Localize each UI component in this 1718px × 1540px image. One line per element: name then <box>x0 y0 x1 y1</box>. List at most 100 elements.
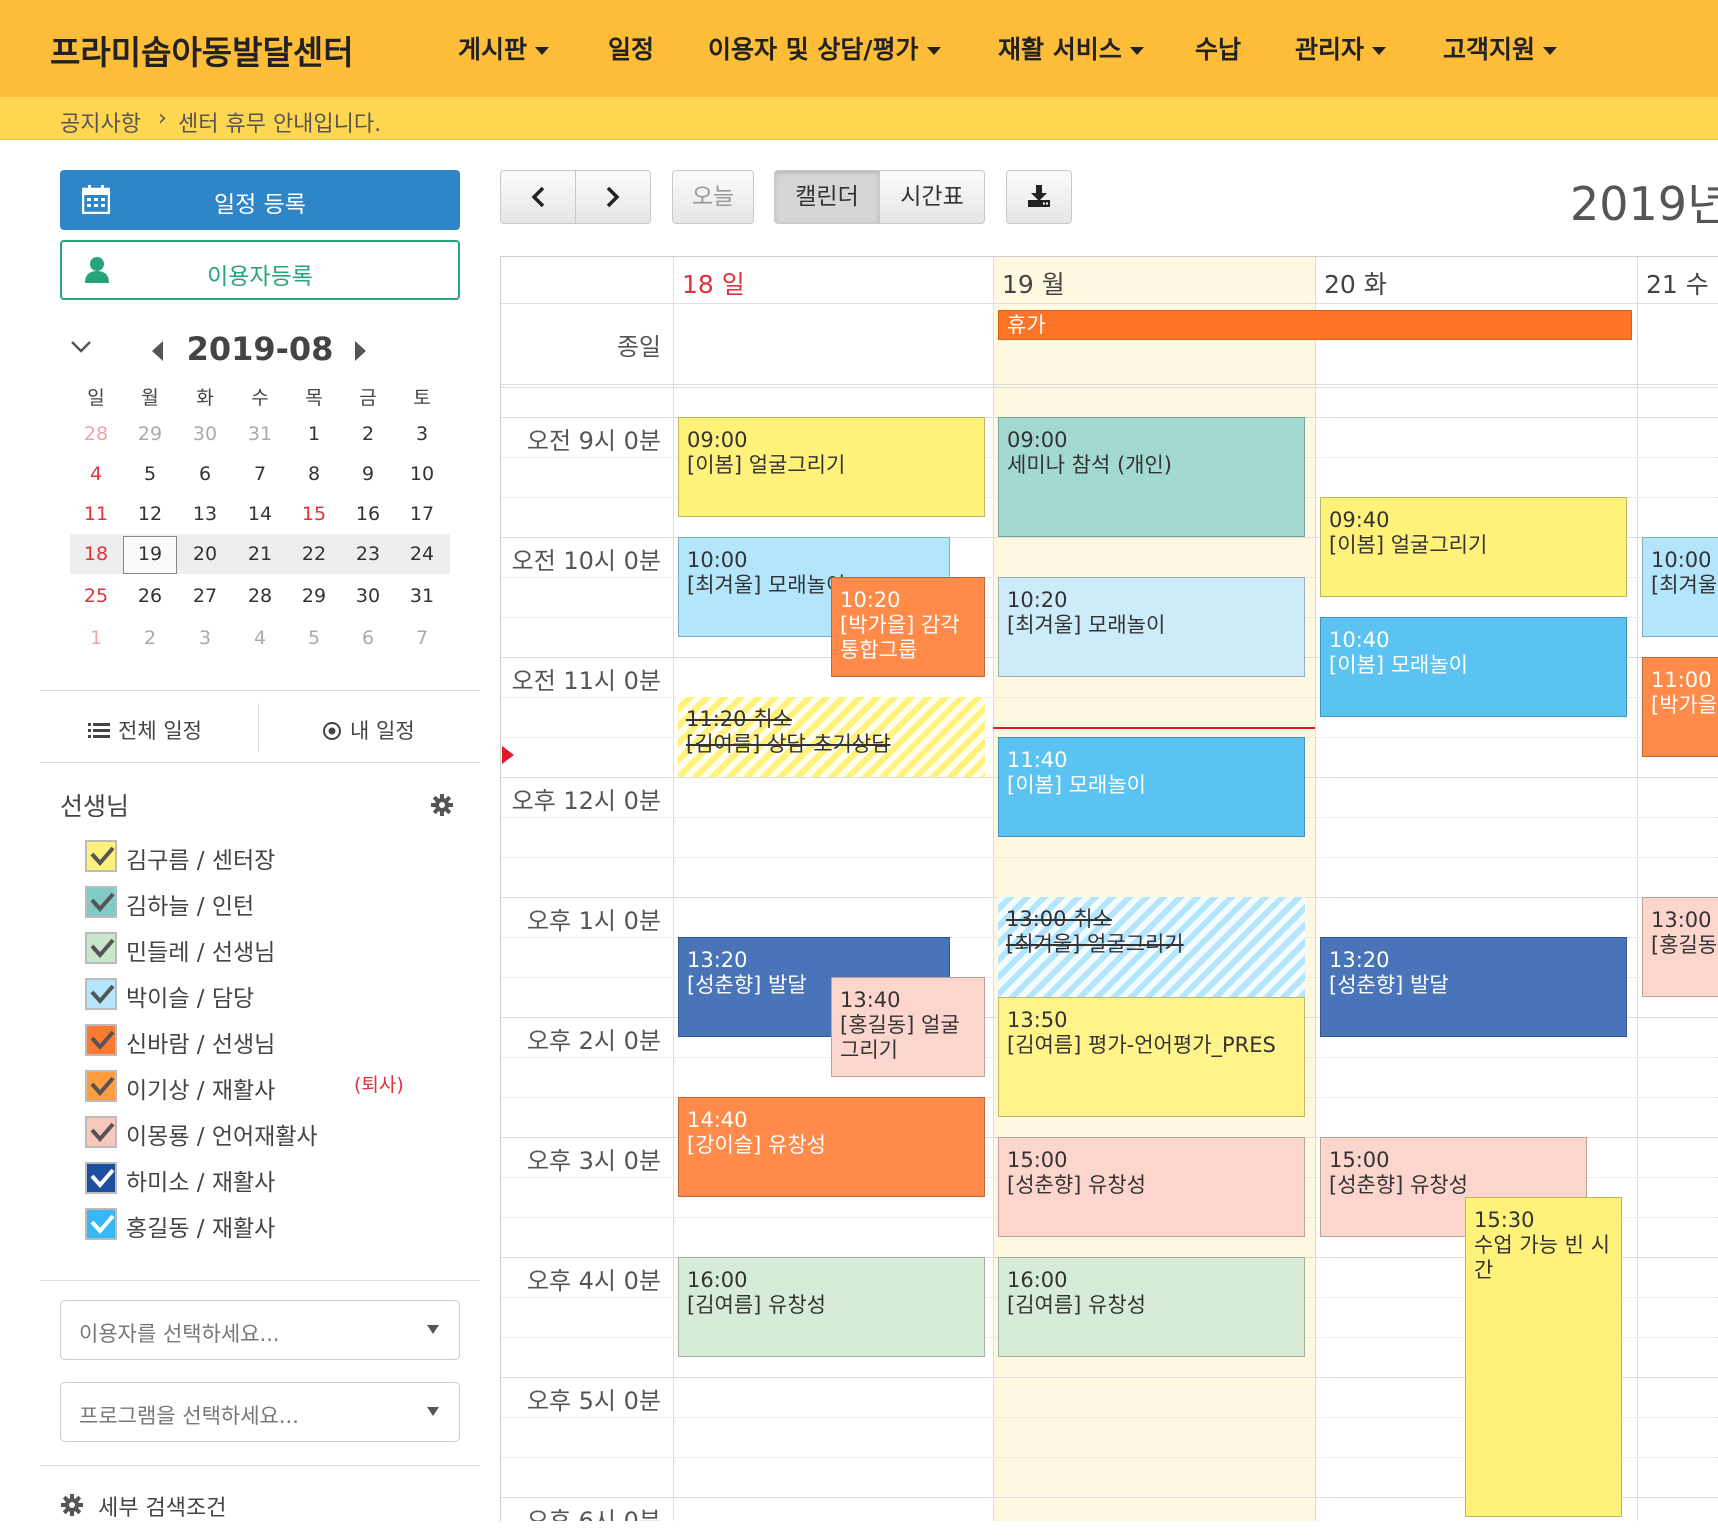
menu-admin[interactable]: 관리자 <box>1295 30 1387 66</box>
calendar-event[interactable]: 10:00[최겨울] 모래놀이 <box>1642 537 1718 637</box>
cancelled-event[interactable]: 11:20 취소 [김여름] 상담-초기상담 <box>678 697 985 777</box>
teacher-name[interactable]: 홍길동 / 재활사 <box>126 1209 275 1243</box>
mini-calendar-day[interactable]: 4 <box>233 627 287 649</box>
mini-calendar-day[interactable]: 3 <box>395 423 449 445</box>
mini-calendar-day[interactable]: 28 <box>69 423 123 445</box>
mini-calendar-day[interactable]: 12 <box>123 503 177 525</box>
calendar-event[interactable]: 13:50 [김여름] 평가-언어평가_PRES <box>998 997 1305 1117</box>
breadcrumb-page[interactable]: 센터 휴무 안내입니다. <box>178 106 381 138</box>
menu-schedule[interactable]: 일정 <box>608 30 654 66</box>
mini-calendar-day[interactable]: 6 <box>341 627 395 649</box>
menu-support[interactable]: 고객지원 <box>1443 30 1558 66</box>
mini-calendar-day[interactable]: 28 <box>233 585 287 607</box>
mini-calendar-day[interactable]: 6 <box>178 463 232 485</box>
brand-title[interactable]: 프라미솝아동발달센터 <box>50 26 354 74</box>
calendar-view-button[interactable]: 캘린더 <box>774 170 880 224</box>
mini-calendar-day[interactable]: 15 <box>287 503 341 525</box>
teacher-name[interactable]: 김하늘 / 인턴 <box>126 887 254 921</box>
mini-calendar-day[interactable]: 5 <box>287 627 341 649</box>
program-select[interactable]: 프로그램을 선택하세요... <box>60 1382 460 1442</box>
teacher-checkbox[interactable] <box>85 1070 117 1102</box>
mini-calendar-day[interactable]: 20 <box>178 543 232 565</box>
mini-calendar-day[interactable]: 24 <box>395 543 449 565</box>
day-header[interactable]: 19 월 <box>1002 265 1065 301</box>
teacher-checkbox[interactable] <box>85 932 117 964</box>
day-header[interactable]: 20 화 <box>1324 265 1387 301</box>
next-button[interactable] <box>575 170 651 224</box>
all-schedule-tab[interactable]: 전체 일정 <box>88 715 202 745</box>
collapse-chevron-icon[interactable] <box>70 340 92 354</box>
calendar-event[interactable]: 13:40 [홍길동] 얼굴그리기 <box>831 977 985 1077</box>
mini-calendar-day[interactable]: 3 <box>178 627 232 649</box>
menu-users-counseling[interactable]: 이용자 및 상담/평가 <box>708 30 941 66</box>
mini-calendar-day[interactable]: 8 <box>287 463 341 485</box>
calendar-event[interactable]: 16:00 [김여름] 유창성 <box>678 1257 985 1357</box>
mini-calendar-day[interactable]: 23 <box>341 543 395 565</box>
my-schedule-tab[interactable]: 내 일정 <box>322 715 415 745</box>
today-button[interactable]: 오늘 <box>672 170 754 224</box>
mini-calendar-day[interactable]: 30 <box>178 423 232 445</box>
schedule-register-button[interactable]: 일정 등록 <box>60 170 460 230</box>
mini-calendar-day[interactable]: 5 <box>123 463 177 485</box>
mini-calendar-prev-button[interactable] <box>152 341 163 361</box>
mini-calendar-day[interactable]: 16 <box>341 503 395 525</box>
mini-calendar-day[interactable]: 18 <box>69 543 123 565</box>
calendar-event[interactable]: 11:00[박가을] 감각통합그룹 <box>1642 657 1718 757</box>
mini-calendar-day[interactable]: 11 <box>69 503 123 525</box>
calendar-event[interactable]: 15:30 수업 가능 빈 시간 <box>1465 1197 1622 1517</box>
teacher-checkbox[interactable] <box>85 840 117 872</box>
teacher-checkbox[interactable] <box>85 1162 117 1194</box>
mini-calendar-day[interactable]: 31 <box>233 423 287 445</box>
calendar-event[interactable]: 10:20 [최겨울] 모래놀이 <box>998 577 1305 677</box>
user-select[interactable]: 이용자를 선택하세요... <box>60 1300 460 1360</box>
gear-icon[interactable] <box>60 1493 84 1517</box>
mini-calendar-day[interactable]: 7 <box>233 463 287 485</box>
menu-rehab-service[interactable]: 재활 서비스 <box>998 30 1144 66</box>
mini-calendar-day[interactable]: 13 <box>178 503 232 525</box>
mini-calendar-day[interactable]: 21 <box>233 543 287 565</box>
teacher-checkbox[interactable] <box>85 978 117 1010</box>
menu-payment[interactable]: 수납 <box>1195 30 1241 66</box>
mini-calendar-day[interactable]: 31 <box>395 585 449 607</box>
mini-calendar-day[interactable]: 29 <box>287 585 341 607</box>
breadcrumb-section[interactable]: 공지사항 <box>60 106 141 138</box>
teacher-checkbox[interactable] <box>85 1116 117 1148</box>
calendar-event[interactable]: 10:40 [이봄] 모래놀이 <box>1320 617 1627 717</box>
gear-icon[interactable] <box>430 793 454 817</box>
calendar-event[interactable]: 15:00 [성춘향] 유창성 <box>998 1137 1305 1237</box>
mini-calendar-day[interactable]: 1 <box>287 423 341 445</box>
mini-calendar-day[interactable]: 30 <box>341 585 395 607</box>
download-button[interactable] <box>1006 170 1072 224</box>
cancelled-event[interactable]: 13:00 취소 [최겨울] 얼굴그리기 <box>998 897 1305 997</box>
timetable-view-button[interactable]: 시간표 <box>879 170 985 224</box>
mini-calendar-day[interactable]: 26 <box>123 585 177 607</box>
mini-calendar-day[interactable]: 27 <box>178 585 232 607</box>
mini-calendar-day[interactable]: 2 <box>341 423 395 445</box>
calendar-event[interactable]: 09:00 [이봄] 얼굴그리기 <box>678 417 985 517</box>
teacher-name[interactable]: 김구름 / 센터장 <box>126 841 275 875</box>
calendar-event[interactable]: 13:00[홍길동] 얼굴그리기 <box>1642 897 1718 997</box>
mini-calendar-day[interactable]: 4 <box>69 463 123 485</box>
mini-calendar-day[interactable]: 9 <box>341 463 395 485</box>
user-register-button[interactable]: 이용자등록 <box>60 240 460 300</box>
calendar-event[interactable]: 14:40 [강이슬] 유창성 <box>678 1097 985 1197</box>
mini-calendar-day[interactable]: 22 <box>287 543 341 565</box>
mini-calendar-day[interactable]: 17 <box>395 503 449 525</box>
mini-calendar-next-button[interactable] <box>355 341 366 361</box>
mini-calendar-day[interactable]: 19 <box>123 543 177 565</box>
calendar-event[interactable]: 09:00 세미나 참석 (개인) <box>998 417 1305 537</box>
mini-calendar-day[interactable]: 10 <box>395 463 449 485</box>
calendar-event[interactable]: 09:40 [이봄] 얼굴그리기 <box>1320 497 1627 597</box>
prev-button[interactable] <box>500 170 576 224</box>
teacher-name[interactable]: 신바람 / 선생님 <box>126 1025 275 1059</box>
calendar-event[interactable]: 16:00 [김여름] 유창성 <box>998 1257 1305 1357</box>
teacher-name[interactable]: 하미소 / 재활사 <box>126 1163 275 1197</box>
teacher-name[interactable]: 민들레 / 선생님 <box>126 933 275 967</box>
teacher-checkbox[interactable] <box>85 1024 117 1056</box>
calendar-event[interactable]: 10:20 [박가을] 감각통합그룹 <box>831 577 985 677</box>
teacher-name[interactable]: 박이슬 / 담당 <box>126 979 254 1013</box>
day-header[interactable]: 18 일 <box>682 265 745 301</box>
mini-calendar-day[interactable]: 14 <box>233 503 287 525</box>
day-header[interactable]: 21 수 <box>1646 265 1709 301</box>
teacher-checkbox[interactable] <box>85 1208 117 1240</box>
